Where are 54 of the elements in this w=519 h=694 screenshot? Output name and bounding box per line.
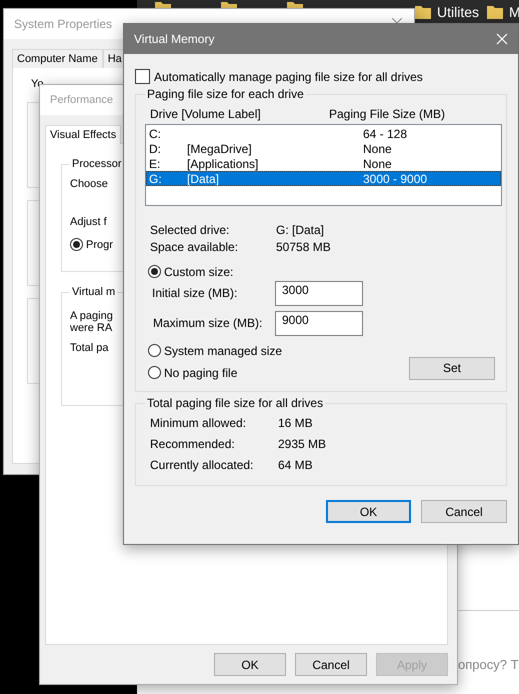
description-text: were RA [70,322,112,334]
total-label: Recommended: [150,437,236,451]
radio-button[interactable] [148,344,161,357]
info-label: Selected drive: [150,223,230,237]
field-label: Initial size (MB): [152,286,238,300]
total-label: Currently allocated: [150,458,254,472]
tab[interactable]: Visual Effects [45,125,122,144]
group-title: Total paging file size for all drives [146,396,324,410]
dialog-button[interactable]: Cancel [295,653,367,676]
drive-row[interactable]: E: [Applications] None [146,156,501,171]
window-title: Virtual Memory [134,32,214,46]
total-text: Total pa [70,342,109,354]
field-label: Maximum size (MB): [153,316,264,330]
set-button[interactable]: Set [409,356,495,380]
description-text: Adjust f [70,216,107,228]
auto-manage-checkbox-row[interactable]: Automatically manage paging file size for all drives [135,69,423,84]
radio-option[interactable]: Custom size: [148,264,234,278]
maximum-size-field[interactable]: 9000 [275,310,363,336]
radio-button[interactable] [148,265,161,278]
description-text: Choose [70,178,108,190]
folder-label[interactable]: Utilites [437,4,480,20]
column-header: Paging File Size (MB) [329,107,446,121]
dialog-button[interactable]: OK [214,653,286,676]
total-label: Minimum allowed: [150,416,248,430]
total-value: 16 MB [278,416,314,430]
radio-option[interactable]: System managed size [148,344,282,358]
column-header: Drive [Volume Label] [150,107,262,121]
tab[interactable]: Computer Name [12,49,103,68]
description-text: A paging [70,310,113,322]
total-value: 2935 MB [278,437,328,451]
initial-size-field[interactable]: 3000 [275,280,363,306]
drive-row[interactable]: D: [MegaDrive] None [146,141,501,156]
group-title: Processor [71,158,123,170]
drive-row[interactable]: G: [Data] 3000 - 9000 [146,171,501,186]
folder-icon[interactable] [415,4,431,18]
drive-list[interactable]: C: 64 - 128 D: [MegaDrive] None E: [Applications] None G: [Data] 3000 - 9000 [145,124,502,206]
checkbox[interactable] [135,69,150,84]
info-value: 50758 MB [276,240,332,254]
window-title: Performance [50,94,113,106]
radio-option[interactable]: No paging file [148,366,238,380]
page-text: опросу? Т [458,657,519,672]
info-label: Space available: [150,240,240,254]
radio-button[interactable] [148,366,161,379]
folder-icon[interactable] [487,4,503,18]
radio-button[interactable] [70,238,83,251]
info-value: G: [Data] [276,223,326,237]
dialog-button[interactable]: OK [326,500,411,523]
radio-option[interactable]: Progr [70,238,113,251]
dialog-button[interactable]: Cancel [421,500,507,523]
window-title: System Properties [14,17,112,31]
group-title: Paging file size for each drive [146,87,305,101]
drive-row[interactable]: C: 64 - 128 [146,126,501,141]
group-title: Virtual m [71,286,116,298]
total-value: 64 MB [278,458,314,472]
